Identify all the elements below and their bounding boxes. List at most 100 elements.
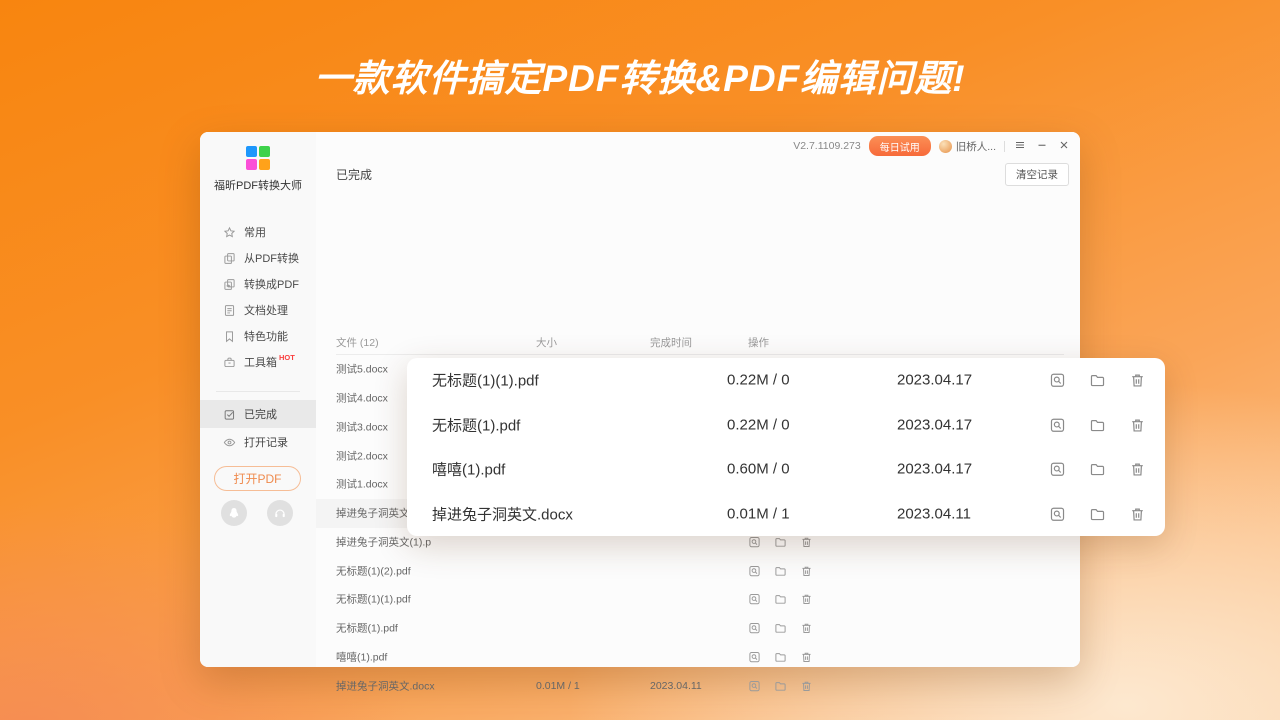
- trash-icon[interactable]: [800, 535, 813, 548]
- preview-icon[interactable]: [1049, 416, 1066, 433]
- row-actions: [748, 556, 813, 585]
- folder-icon[interactable]: [1089, 372, 1106, 389]
- file-size: 0.01M / 1: [727, 505, 790, 522]
- qq-contact-button[interactable]: [221, 500, 247, 526]
- trash-icon[interactable]: [800, 679, 813, 692]
- customer-service-button[interactable]: [267, 500, 293, 526]
- trial-badge[interactable]: 每日试用: [869, 136, 931, 156]
- trash-icon[interactable]: [1129, 505, 1146, 522]
- file-name: 掉进兔子洞英文.docx: [432, 503, 573, 524]
- preview-icon[interactable]: [748, 650, 761, 663]
- file-name: 掉进兔子洞英文.docx: [336, 678, 435, 693]
- file-size: 0.22M / 0: [727, 416, 790, 433]
- sidebar-item-features[interactable]: 特色功能: [200, 323, 316, 349]
- sidebar-item-label: 从PDF转换: [244, 250, 299, 266]
- headset-icon: [273, 506, 287, 520]
- trash-icon[interactable]: [800, 622, 813, 635]
- sidebar-menu: 常用 从PDF转换 转换成PDF 文档处理 特色功能: [200, 219, 316, 375]
- sidebar-item-label: 常用: [244, 224, 266, 240]
- table-row[interactable]: 无标题(1)(2).pdf: [316, 556, 1080, 585]
- overlay-row[interactable]: 掉进兔子洞英文.docx 0.01M / 1 2023.04.11: [407, 492, 1165, 537]
- page-title: 已完成: [336, 166, 372, 183]
- sidebar-item-toolbox[interactable]: 工具箱 HOT: [200, 349, 316, 375]
- overlay-row[interactable]: 嘻嘻(1).pdf 0.60M / 0 2023.04.17: [407, 447, 1165, 492]
- folder-icon[interactable]: [774, 564, 787, 577]
- preview-icon[interactable]: [1049, 461, 1066, 478]
- row-actions: [748, 585, 813, 614]
- file-name: 无标题(1).pdf: [432, 414, 520, 435]
- folder-icon[interactable]: [774, 593, 787, 606]
- folder-icon[interactable]: [1089, 416, 1106, 433]
- sidebar-item-common[interactable]: 常用: [200, 219, 316, 245]
- table-row[interactable]: 无标题(1)(1).pdf: [316, 585, 1080, 614]
- file-name: 测试3.docx: [336, 419, 388, 434]
- preview-icon[interactable]: [748, 564, 761, 577]
- sidebar-item-to-pdf[interactable]: 转换成PDF: [200, 271, 316, 297]
- table-row[interactable]: 掉进兔子洞英文.docx 0.01M / 1 2023.04.11: [316, 671, 1080, 700]
- logo-square-orange: [259, 159, 270, 170]
- sidebar-item-from-pdf[interactable]: 从PDF转换: [200, 245, 316, 271]
- convert-pages-icon: [223, 278, 236, 291]
- user-account[interactable]: 旧桥人...: [939, 139, 996, 154]
- sidebar-item-label: 已完成: [244, 406, 277, 422]
- sidebar: 福昕PDF转换大师 常用 从PDF转换 转换成PDF 文档处理: [200, 132, 316, 667]
- star-icon: [223, 226, 236, 239]
- zoom-callout-panel: 无标题(1)(1).pdf 0.22M / 0 2023.04.17 无标题(1…: [407, 358, 1165, 536]
- file-name: 测试2.docx: [336, 448, 388, 463]
- file-name: 无标题(1).pdf: [336, 621, 398, 636]
- preview-icon[interactable]: [1049, 505, 1066, 522]
- sidebar-item-completed[interactable]: 已完成: [200, 400, 316, 428]
- copy-pages-icon: [223, 252, 236, 265]
- close-icon[interactable]: [1057, 139, 1071, 154]
- preview-icon[interactable]: [748, 593, 761, 606]
- trash-icon[interactable]: [1129, 416, 1146, 433]
- folder-icon[interactable]: [774, 650, 787, 663]
- row-actions: [1049, 447, 1146, 492]
- version-label: V2.7.1109.273: [793, 140, 861, 152]
- titlebar-separator: [1004, 141, 1005, 152]
- table-row[interactable]: 嘻嘻(1).pdf: [316, 643, 1080, 672]
- file-name: 嘻嘻(1).pdf: [432, 459, 505, 480]
- file-name: 嘻嘻(1).pdf: [336, 649, 387, 664]
- row-actions: [748, 614, 813, 643]
- file-name: 掉进兔子洞英文(1).p: [336, 534, 431, 549]
- trash-icon[interactable]: [800, 593, 813, 606]
- eye-icon: [223, 436, 236, 449]
- menu-icon[interactable]: [1013, 139, 1027, 154]
- sidebar-item-label: 打开记录: [244, 434, 288, 450]
- sidebar-item-label: 特色功能: [244, 328, 288, 344]
- file-date: 2023.04.17: [897, 461, 972, 478]
- trash-icon[interactable]: [1129, 461, 1146, 478]
- folder-icon[interactable]: [1089, 461, 1106, 478]
- trash-icon[interactable]: [1129, 372, 1146, 389]
- check-square-icon: [223, 408, 236, 421]
- preview-icon[interactable]: [1049, 372, 1066, 389]
- folder-icon[interactable]: [774, 535, 787, 548]
- file-size: 0.60M / 0: [727, 461, 790, 478]
- row-actions: [1049, 492, 1146, 537]
- folder-icon[interactable]: [1089, 505, 1106, 522]
- preview-icon[interactable]: [748, 679, 761, 692]
- trash-icon[interactable]: [800, 650, 813, 663]
- table-row[interactable]: 无标题(1).pdf: [316, 614, 1080, 643]
- row-actions: [748, 643, 813, 672]
- preview-icon[interactable]: [748, 535, 761, 548]
- trash-icon[interactable]: [800, 564, 813, 577]
- sidebar-item-history[interactable]: 打开记录: [200, 428, 316, 456]
- open-pdf-button[interactable]: 打开PDF: [214, 466, 301, 491]
- sidebar-item-doc-process[interactable]: 文档处理: [200, 297, 316, 323]
- avatar: [939, 140, 952, 153]
- overlay-row[interactable]: 无标题(1).pdf 0.22M / 0 2023.04.17: [407, 403, 1165, 448]
- clear-records-button[interactable]: 清空记录: [1005, 163, 1069, 186]
- file-date: 2023.04.11: [897, 505, 971, 522]
- folder-icon[interactable]: [774, 622, 787, 635]
- preview-icon[interactable]: [748, 622, 761, 635]
- overlay-row[interactable]: 无标题(1)(1).pdf 0.22M / 0 2023.04.17: [407, 358, 1165, 403]
- folder-icon[interactable]: [774, 679, 787, 692]
- row-actions: [1049, 358, 1146, 403]
- file-date: 2023.04.17: [897, 372, 972, 389]
- file-name: 无标题(1)(1).pdf: [432, 370, 539, 391]
- minimize-icon[interactable]: [1035, 139, 1049, 154]
- row-actions: [1049, 403, 1146, 448]
- sidebar-item-label: 转换成PDF: [244, 276, 299, 292]
